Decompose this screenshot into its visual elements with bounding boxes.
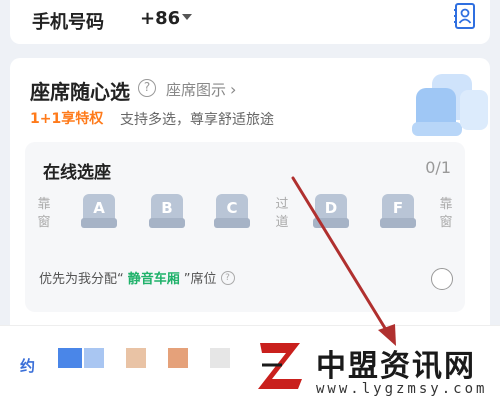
seat-map-label: 座席图示 [166, 81, 227, 99]
quiet-carriage-radio[interactable] [431, 268, 453, 290]
online-seat-title: 在线选座 [43, 163, 111, 183]
country-code-select[interactable]: +86 [140, 8, 180, 29]
seat-c-button[interactable]: C [214, 194, 250, 230]
seat-base [81, 218, 117, 228]
seat-f-button[interactable]: F [380, 194, 416, 230]
mosaic-block [58, 348, 82, 368]
seat-illustration [412, 74, 488, 136]
phone-label: 手机号码 [32, 12, 104, 33]
help-icon[interactable]: ? [220, 270, 235, 285]
promo-description: 支持多选，尊享舒适旅途 [120, 112, 274, 128]
help-icon[interactable]: ? [138, 79, 156, 97]
online-seat-panel: 在线选座 0/1 靠窗 A B C 过道 D F 靠窗 优先为我分配“ 静音车厢”… [25, 142, 465, 312]
mosaic-block [126, 348, 146, 368]
mosaic-block [168, 348, 188, 368]
seat-base [149, 218, 185, 228]
seat-section-title: 座席随心选 [30, 80, 130, 104]
chevron-down-icon[interactable] [182, 14, 192, 20]
watermark-url: www.lygzmsy.com [316, 381, 488, 397]
watermark-logo [254, 335, 309, 395]
window-right-label: 靠窗 [439, 197, 453, 230]
chevron-right-icon: › [230, 80, 237, 99]
seat-a-button[interactable]: A [81, 194, 117, 230]
seat-b-button[interactable]: B [149, 194, 185, 230]
phone-row: 手机号码 +86 [10, 0, 490, 44]
quiet-carriage-preference: 优先为我分配“ 静音车厢 ”席位 ? [39, 268, 235, 287]
seat-map-link[interactable]: 座席图示 › [166, 79, 236, 100]
seat-d-button[interactable]: D [313, 194, 349, 230]
mosaic-block [210, 348, 230, 368]
promo-tag: 1+1享特权 [30, 111, 104, 127]
window-left-label: 靠窗 [37, 197, 51, 230]
watermark-name: 中盟资讯网 [316, 349, 476, 384]
mosaic-block [84, 348, 104, 368]
quiet-carriage-label: 静音车厢 [127, 272, 180, 287]
watermark: 中盟资讯网 www.lygzmsy.com [254, 335, 500, 400]
assign-prefix: 优先为我分配“ [39, 272, 124, 287]
aisle-label: 过道 [275, 197, 289, 230]
seat-base [313, 218, 349, 228]
seat-count: 0/1 [425, 158, 451, 177]
contact-book-icon[interactable] [453, 3, 477, 29]
seat-base [214, 218, 250, 228]
assign-suffix: ”席位 [183, 272, 217, 287]
seat-base [380, 218, 416, 228]
bottom-partial-label: 约 [20, 357, 36, 375]
